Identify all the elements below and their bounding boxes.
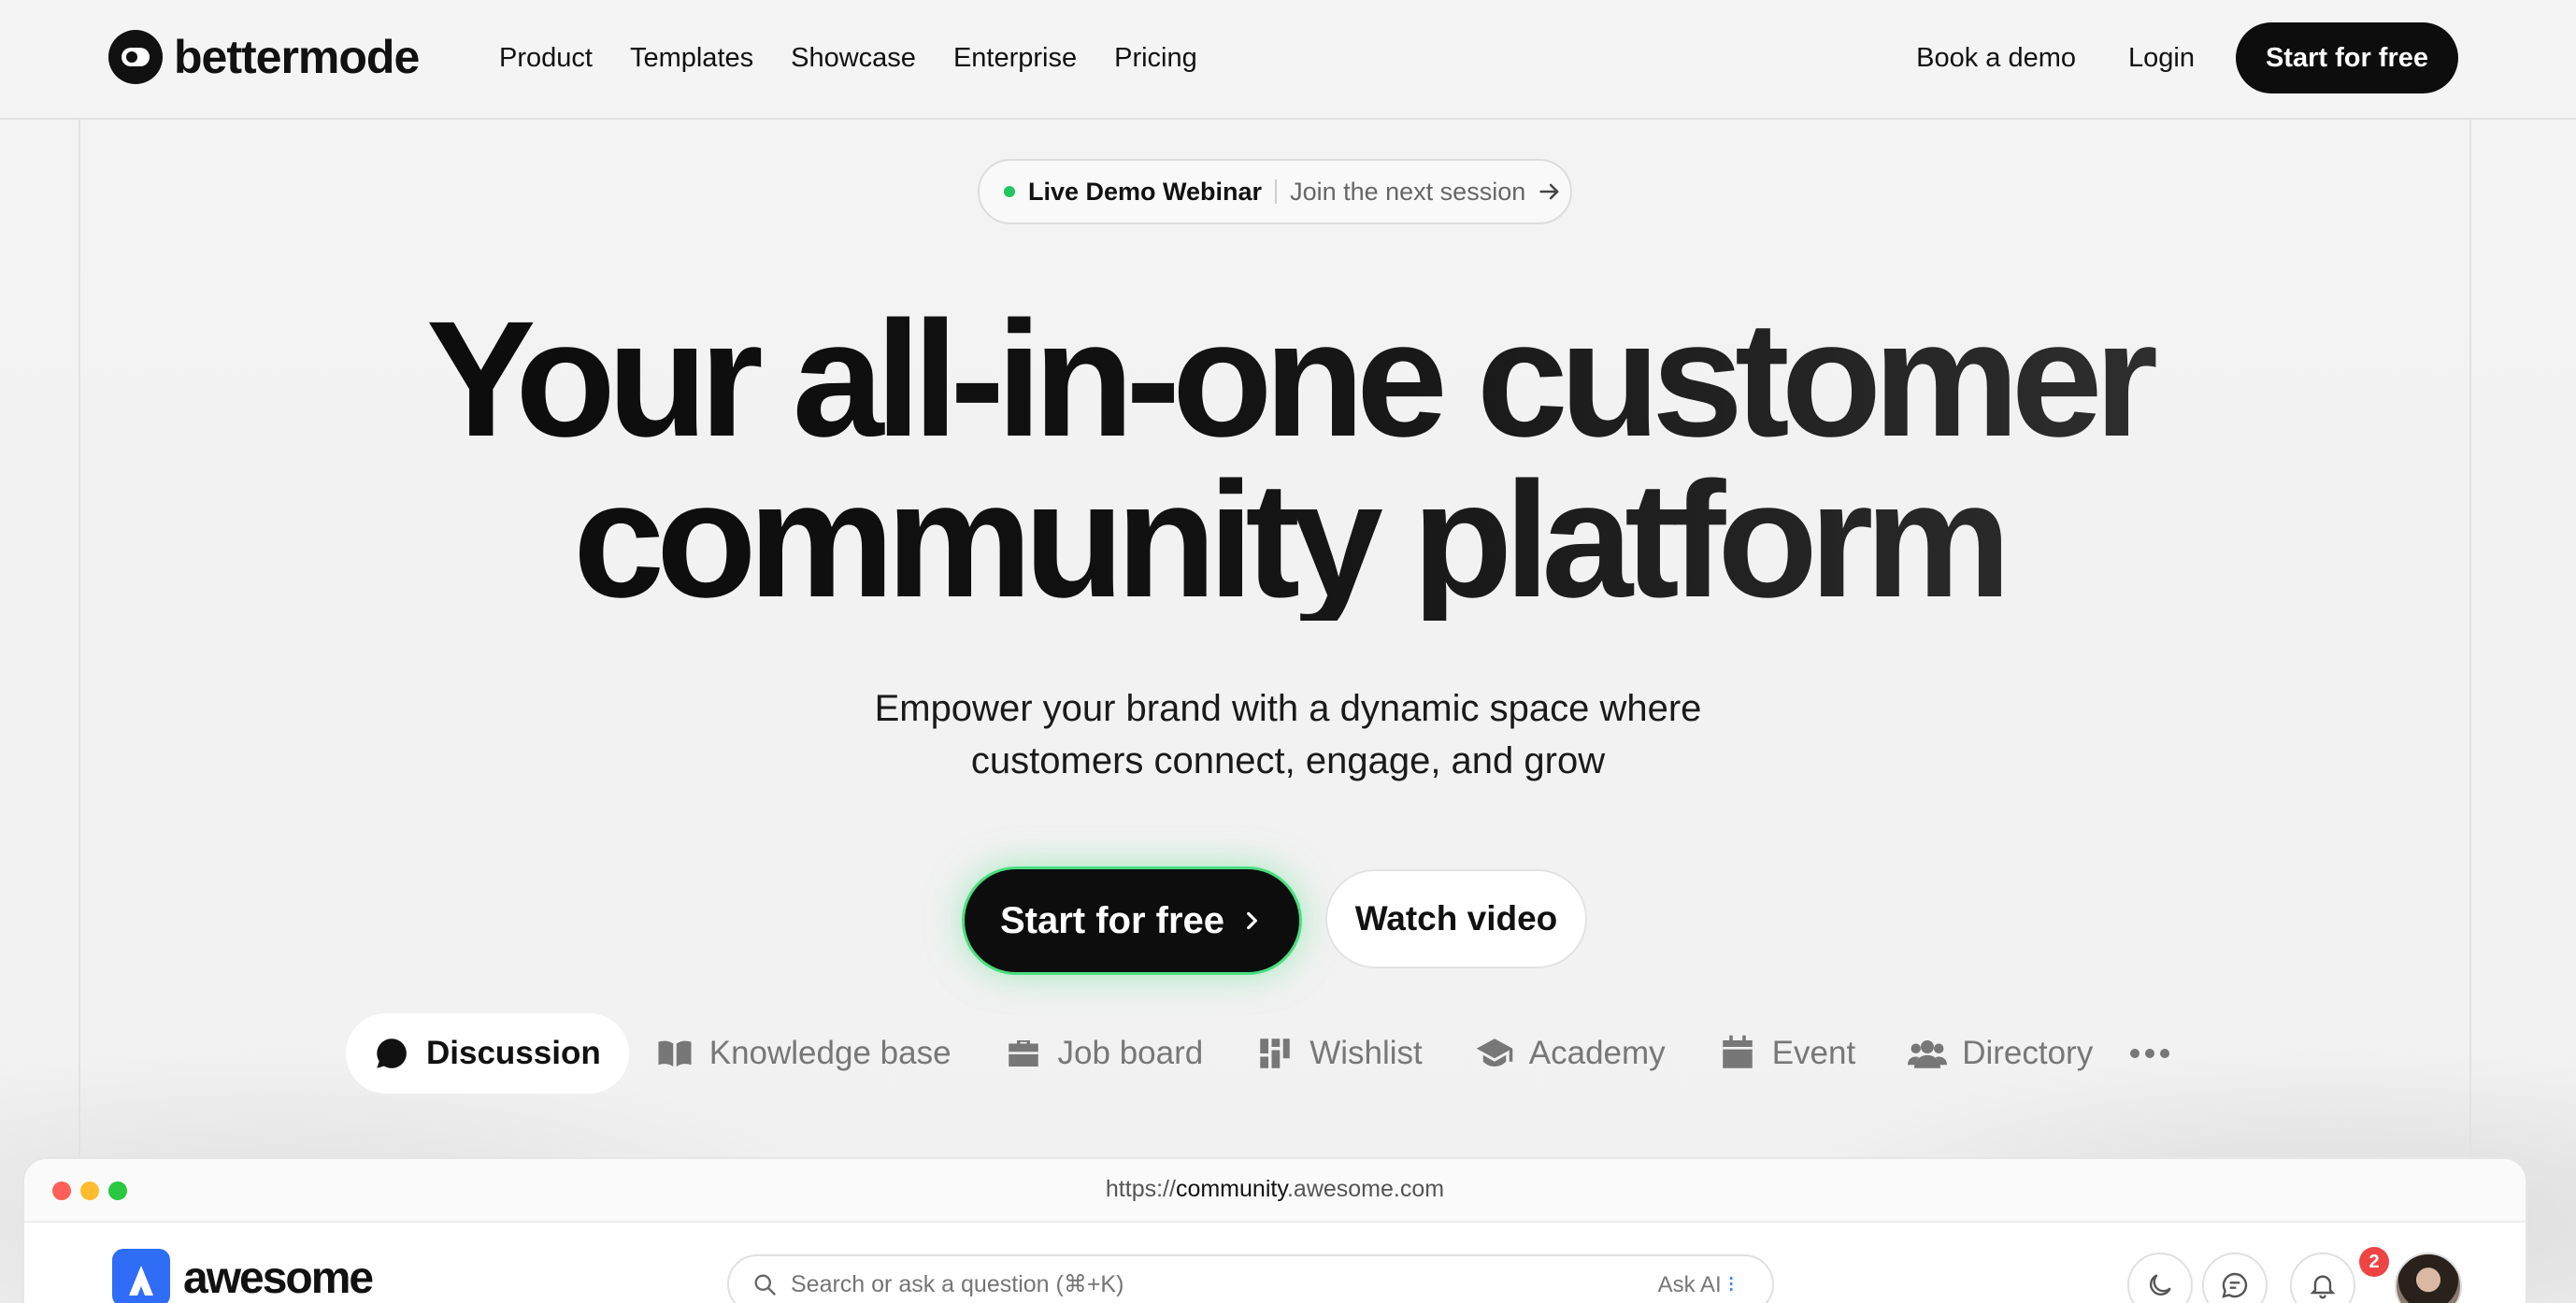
url-domain: community xyxy=(1175,1176,1287,1202)
brand-name: bettermode xyxy=(174,31,420,83)
tab-directory[interactable]: Directory xyxy=(1882,1013,2119,1094)
hero-cta-row: Start for free Watch video xyxy=(965,869,1587,972)
message-icon xyxy=(2222,1272,2248,1298)
tab-job-board-label: Job board xyxy=(1057,1035,1204,1071)
hero-title-line-1: Your all-in-one customer xyxy=(0,297,2576,462)
app-name: awesome xyxy=(183,1253,374,1303)
more-tabs-button[interactable] xyxy=(2126,1013,2173,1094)
tab-wishlist-label: Wishlist xyxy=(1309,1035,1423,1071)
hero-subtitle: Empower your brand with a dynamic space … xyxy=(0,682,2576,787)
tab-wishlist[interactable]: Wishlist xyxy=(1229,1013,1449,1094)
app-logo[interactable]: awesome xyxy=(112,1249,374,1303)
calendar-icon xyxy=(1722,1035,1753,1068)
book-demo-link[interactable]: Book a demo xyxy=(1916,22,2076,93)
webinar-title: Live Demo Webinar xyxy=(1028,177,1263,206)
product-preview-window: https://community.awesome.com awesome As… xyxy=(22,1157,2527,1303)
community-search: Ask AI ⁝ xyxy=(727,1254,1774,1303)
tab-job-board[interactable]: Job board xyxy=(978,1013,1230,1094)
hero-start-free-label: Start for free xyxy=(999,899,1225,941)
live-indicator-dot xyxy=(1004,186,1015,197)
header-actions: Book a demo Login Start for free xyxy=(1916,22,2458,93)
user-avatar[interactable] xyxy=(2395,1253,2462,1303)
notification-count-badge: 2 xyxy=(2359,1247,2389,1277)
chat-bubble-icon xyxy=(377,1038,407,1068)
sparkle-icon: ⁝ xyxy=(1727,1272,1735,1297)
people-icon xyxy=(1908,1040,1948,1068)
pill-divider xyxy=(1275,179,1278,204)
brand-logo[interactable]: bettermode xyxy=(108,28,420,86)
ask-ai-button[interactable]: Ask AI ⁝ xyxy=(1658,1271,1735,1298)
nav-item-enterprise[interactable]: Enterprise xyxy=(953,37,1077,79)
ask-ai-label: Ask AI xyxy=(1657,1272,1722,1297)
more-horizontal-icon xyxy=(2130,1049,2170,1058)
grid-icon xyxy=(1260,1038,1290,1068)
hero-start-free-button[interactable]: Start for free xyxy=(965,869,1299,972)
hero-subtitle-line-1: Empower your brand with a dynamic space … xyxy=(874,688,1702,729)
url-suffix: .awesome.com xyxy=(1286,1176,1445,1202)
bettermode-logo-icon xyxy=(108,30,163,84)
login-link[interactable]: Login xyxy=(2128,22,2195,93)
tab-discussion-label: Discussion xyxy=(426,1035,601,1071)
tab-event-label: Event xyxy=(1771,1035,1856,1071)
main-nav: Product Templates Showcase Enterprise Pr… xyxy=(499,37,1197,79)
watch-video-button[interactable]: Watch video xyxy=(1325,869,1587,968)
nav-item-templates[interactable]: Templates xyxy=(630,37,753,79)
arrow-right-icon xyxy=(1539,183,1559,200)
bell-icon xyxy=(2310,1275,2336,1299)
notifications-button[interactable] xyxy=(2290,1253,2355,1303)
hero-title-line-2: community platform xyxy=(0,458,2576,623)
messages-button[interactable] xyxy=(2202,1253,2268,1303)
hero-title: Your all-in-one customer community platf… xyxy=(0,297,2576,623)
tab-knowledge-base-label: Knowledge base xyxy=(708,1035,952,1071)
webinar-subtitle: Join the next session xyxy=(1290,177,1526,206)
browser-title-bar: https://community.awesome.com xyxy=(24,1159,2526,1223)
feature-tabs: Discussion Knowledge base Job board Wish… xyxy=(346,1013,2173,1094)
awesome-logo-icon xyxy=(112,1249,170,1303)
moon-icon xyxy=(2150,1274,2171,1296)
search-input[interactable] xyxy=(791,1270,1538,1298)
tab-directory-label: Directory xyxy=(1962,1035,2094,1071)
tab-discussion[interactable]: Discussion xyxy=(346,1013,629,1094)
tab-academy-label: Academy xyxy=(1528,1035,1666,1071)
nav-item-showcase[interactable]: Showcase xyxy=(791,37,916,79)
tab-event[interactable]: Event xyxy=(1692,1013,1882,1094)
chevron-right-icon xyxy=(1247,911,1257,930)
dark-mode-toggle[interactable] xyxy=(2127,1253,2193,1303)
nav-item-product[interactable]: Product xyxy=(499,37,593,79)
book-icon xyxy=(658,1040,692,1067)
url-prefix: https:// xyxy=(1105,1176,1176,1202)
webinar-announcement-pill[interactable]: Live Demo Webinar Join the next session xyxy=(978,159,1572,224)
header-start-free-button[interactable]: Start for free xyxy=(2236,22,2458,93)
browser-url: https://community.awesome.com xyxy=(24,1176,2526,1203)
hero-subtitle-line-2: customers connect, engage, and grow xyxy=(970,740,1606,781)
site-header: bettermode Product Templates Showcase En… xyxy=(0,0,2576,120)
briefcase-icon xyxy=(1008,1040,1038,1067)
nav-item-pricing[interactable]: Pricing xyxy=(1114,37,1197,79)
tab-academy[interactable]: Academy xyxy=(1449,1013,1692,1094)
search-icon xyxy=(754,1274,776,1296)
tab-knowledge-base[interactable]: Knowledge base xyxy=(629,1013,978,1094)
graduation-cap-icon xyxy=(1476,1038,1513,1067)
